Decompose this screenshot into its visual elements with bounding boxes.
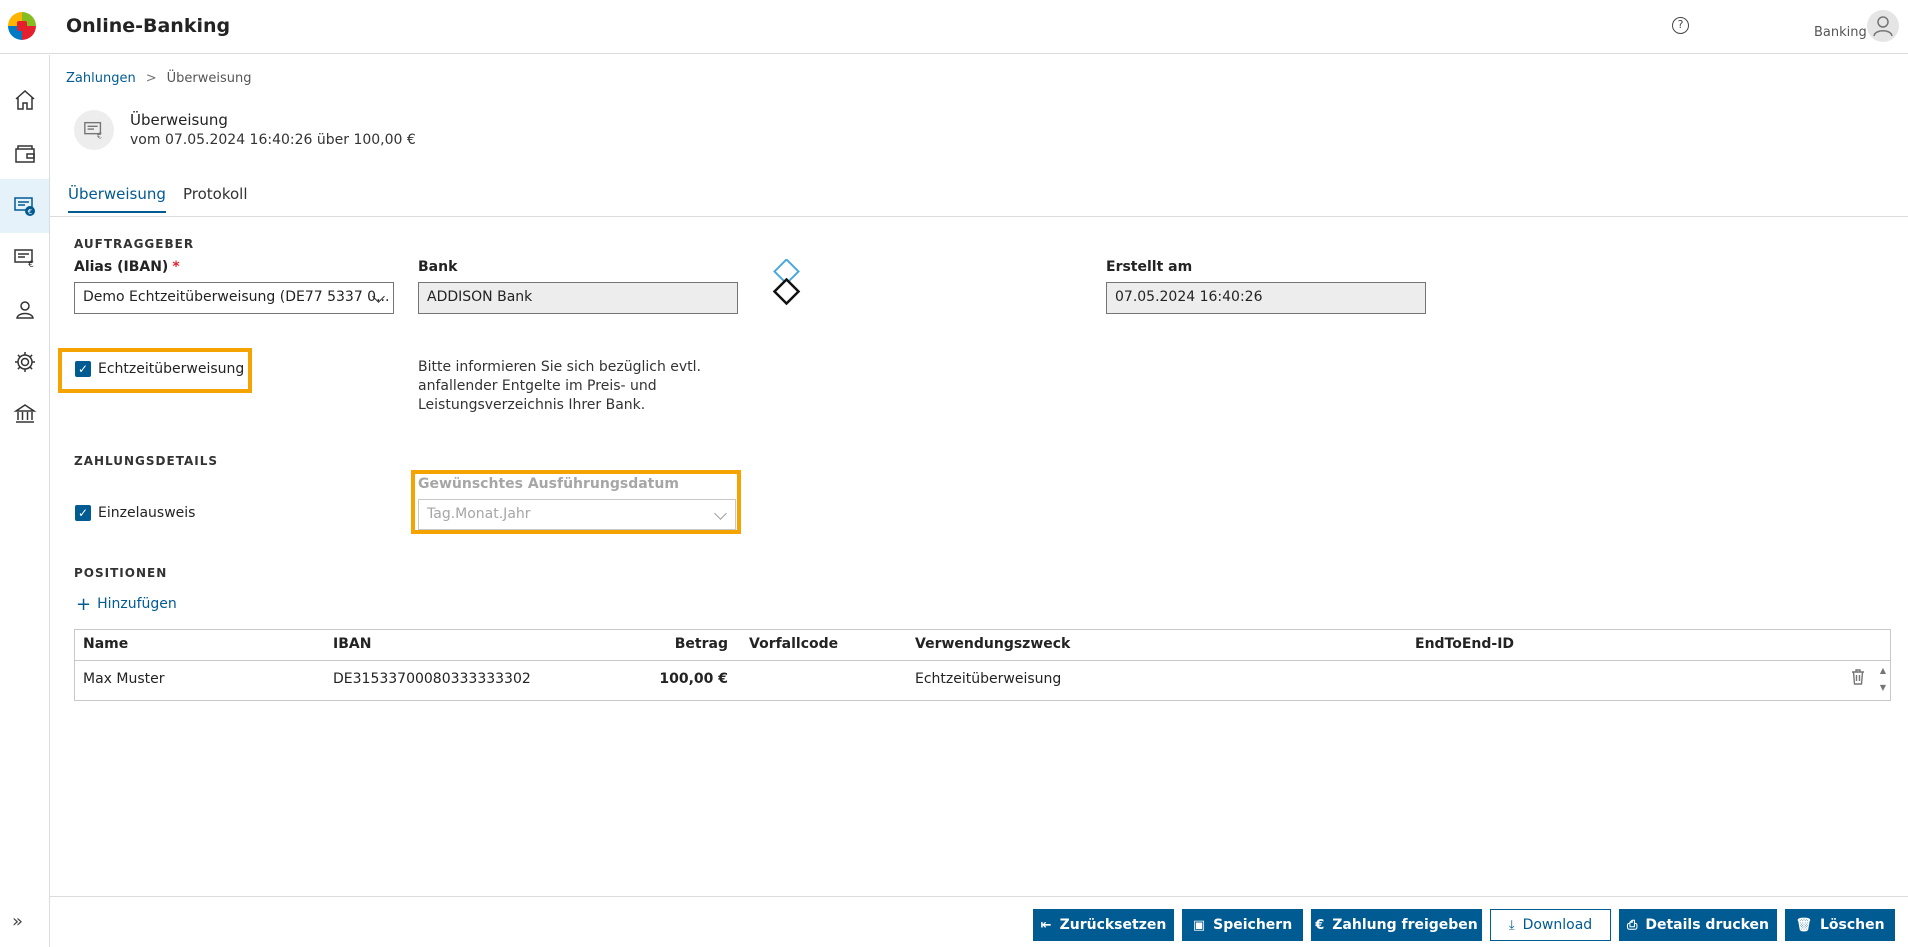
fee-info-text: Bitte informieren Sie sich bezüglich evt… bbox=[418, 359, 702, 413]
sidebar-item-invoices[interactable]: € bbox=[0, 231, 49, 285]
payment-transfer-icon: € bbox=[84, 121, 102, 140]
execution-date-placeholder: Tag.Monat.Jahr bbox=[427, 506, 531, 522]
release-payment-button[interactable]: € Zahlung freigeben bbox=[1311, 909, 1482, 941]
page-title: Überweisung bbox=[130, 111, 228, 129]
breadcrumb-parent-link[interactable]: Zahlungen bbox=[66, 71, 136, 86]
avatar[interactable] bbox=[1867, 10, 1899, 42]
user-icon bbox=[1873, 16, 1893, 37]
instant-transfer-label[interactable]: Echtzeitüberweisung bbox=[98, 361, 244, 377]
created-field: 07.05.2024 16:40:26 bbox=[1106, 282, 1426, 314]
table-scrollbar[interactable]: ▲ ▼ bbox=[1875, 662, 1891, 701]
cell-name: Max Muster bbox=[83, 671, 165, 687]
column-header-purpose[interactable]: Verwendungszweck bbox=[915, 636, 1070, 652]
action-bar: ⇤ Zurücksetzen ▣ Speichern € Zahlung freige… bbox=[50, 896, 1908, 947]
created-field-value: 07.05.2024 16:40:26 bbox=[1115, 289, 1263, 305]
tab-bar: Überweisung Protokoll bbox=[50, 180, 1908, 217]
svg-text:€: € bbox=[27, 208, 31, 216]
cell-iban: DE31533700080333333302 bbox=[333, 671, 531, 687]
alias-label: Alias (IBAN) * bbox=[74, 259, 180, 275]
download-icon: ⤓ bbox=[1508, 917, 1515, 933]
bank-field-value: ADDISON Bank bbox=[427, 289, 533, 305]
trash-icon[interactable] bbox=[1850, 668, 1866, 686]
chevron-down-icon bbox=[714, 507, 727, 520]
payment-transfer-icon: € bbox=[13, 197, 35, 216]
single-entry-checkbox[interactable]: ✓ bbox=[75, 505, 91, 521]
plus-icon: + bbox=[76, 594, 92, 615]
bank-field: ADDISON Bank bbox=[418, 282, 738, 314]
created-label: Erstellt am bbox=[1106, 259, 1193, 275]
gear-icon bbox=[14, 352, 35, 372]
alias-select-value: Demo Echtzeitüberweisung (DE77 5337 0... bbox=[83, 289, 390, 305]
save-button[interactable]: ▣ Speichern bbox=[1182, 909, 1303, 941]
column-header-e2e[interactable]: EndToEnd-ID bbox=[1415, 636, 1514, 652]
column-header-name[interactable]: Name bbox=[83, 636, 128, 652]
breadcrumb-separator: > bbox=[145, 71, 157, 86]
home-icon bbox=[15, 89, 34, 110]
bank-label: Bank bbox=[418, 259, 458, 275]
sidebar-item-home[interactable] bbox=[0, 73, 49, 127]
sidebar-item-bank[interactable] bbox=[0, 387, 49, 441]
help-icon[interactable]: ? bbox=[1672, 17, 1689, 34]
document-avatar: € bbox=[74, 110, 114, 150]
column-header-code[interactable]: Vorfallcode bbox=[749, 636, 838, 652]
invoice-icon: € bbox=[13, 249, 34, 270]
expand-sidebar-icon[interactable]: » bbox=[12, 911, 23, 932]
top-bar: Online-Banking ? Banking bbox=[0, 0, 1908, 54]
loading-indicator-icon bbox=[772, 259, 801, 306]
arrow-left-bar-icon: ⇤ bbox=[1040, 917, 1052, 933]
cell-amount: 100,00 € bbox=[659, 671, 728, 687]
print-details-button[interactable]: ⎙ Details drucken bbox=[1619, 909, 1777, 941]
sidebar-item-payments[interactable]: € bbox=[0, 179, 49, 233]
execution-date-label: Gewünschtes Ausführungsdatum bbox=[418, 476, 679, 492]
save-icon: ▣ bbox=[1192, 917, 1206, 933]
person-icon bbox=[15, 301, 34, 319]
execution-date-picker[interactable]: Tag.Monat.Jahr bbox=[418, 499, 736, 530]
breadcrumb: Zahlungen > Überweisung bbox=[66, 71, 251, 86]
user-label[interactable]: Banking bbox=[1814, 25, 1867, 40]
add-position-button[interactable]: + Hinzufügen bbox=[76, 594, 177, 615]
column-header-iban[interactable]: IBAN bbox=[333, 636, 371, 652]
positions-table: Name IBAN Betrag Vorfallcode Verwendungs… bbox=[74, 629, 1891, 701]
trash-icon: 🗑 bbox=[1795, 917, 1812, 933]
app-title: Online-Banking bbox=[66, 15, 231, 37]
section-positionen: POSITIONEN bbox=[74, 566, 168, 580]
svg-text:€: € bbox=[97, 130, 102, 140]
reset-button[interactable]: ⇤ Zurücksetzen bbox=[1033, 909, 1174, 941]
bank-icon bbox=[13, 404, 36, 423]
breadcrumb-current: Überweisung bbox=[166, 71, 252, 86]
column-header-amount[interactable]: Betrag bbox=[675, 636, 728, 652]
tab-protokoll[interactable]: Protokoll bbox=[183, 185, 248, 211]
sidebar-item-contacts[interactable] bbox=[0, 283, 49, 337]
printer-icon: ⎙ bbox=[1626, 917, 1638, 933]
alias-select[interactable]: Demo Echtzeitüberweisung (DE77 5337 0... bbox=[74, 282, 394, 314]
page-subtitle: vom 07.05.2024 16:40:26 über 100,00 € bbox=[130, 132, 416, 148]
section-auftraggeber: AUFTRAGGEBER bbox=[74, 237, 195, 251]
delete-button[interactable]: 🗑 Löschen bbox=[1785, 909, 1895, 941]
cell-purpose: Echtzeitüberweisung bbox=[915, 671, 1062, 687]
required-marker: * bbox=[172, 259, 180, 275]
section-zahlungsdetails: ZAHLUNGSDETAILS bbox=[74, 454, 218, 468]
wallet-icon bbox=[14, 145, 35, 163]
tab-ueberweisung[interactable]: Überweisung bbox=[68, 185, 166, 213]
single-entry-label[interactable]: Einzelausweis bbox=[98, 505, 195, 521]
download-button[interactable]: ⤓ Download bbox=[1490, 909, 1611, 941]
sidebar: € € » bbox=[0, 55, 50, 947]
svg-text:€: € bbox=[28, 260, 34, 270]
logo-icon[interactable] bbox=[8, 12, 36, 40]
release-icon: € bbox=[1315, 917, 1325, 933]
add-position-label: Hinzufügen bbox=[97, 596, 177, 612]
instant-transfer-checkbox[interactable]: ✓ bbox=[75, 361, 91, 377]
table-header: Name IBAN Betrag Vorfallcode Verwendungs… bbox=[75, 630, 1890, 661]
sidebar-item-settings[interactable] bbox=[0, 335, 49, 389]
sidebar-item-accounts[interactable] bbox=[0, 127, 49, 181]
